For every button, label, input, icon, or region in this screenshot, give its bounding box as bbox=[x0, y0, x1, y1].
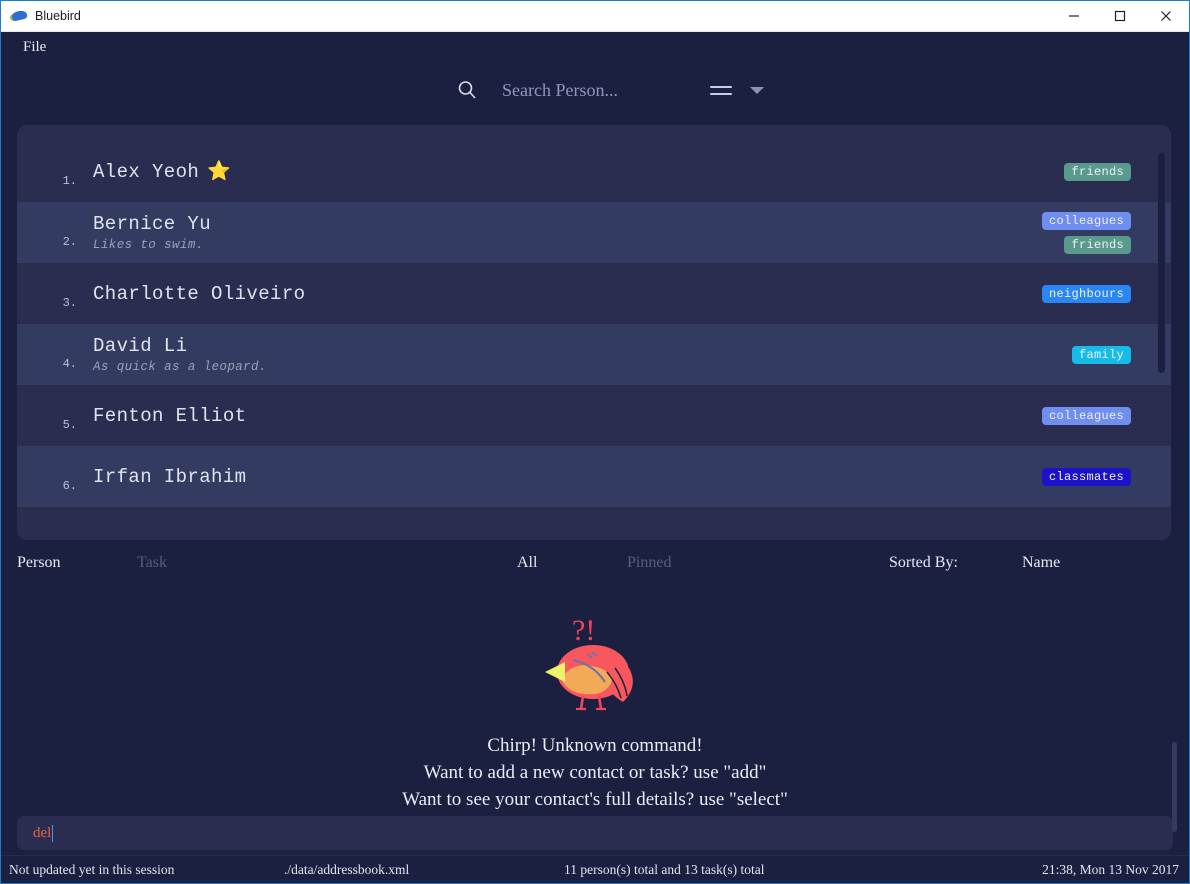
maximize-button[interactable] bbox=[1097, 1, 1143, 31]
totals-status: 11 person(s) total and 13 task(s) total bbox=[564, 861, 765, 877]
row-content: Bernice Yu Likes to swim. bbox=[93, 203, 1042, 262]
sorted-by-value[interactable]: Name bbox=[1022, 554, 1060, 572]
row-index: 1. bbox=[62, 174, 77, 188]
hamburger-icon[interactable] bbox=[710, 82, 732, 98]
close-button[interactable] bbox=[1143, 1, 1189, 31]
row-content: Charlotte Oliveiro bbox=[93, 273, 1042, 315]
row-name-line: Fenton Elliot bbox=[93, 405, 1042, 427]
table-row[interactable]: 2. Bernice Yu Likes to swim. colleagues … bbox=[17, 202, 1171, 263]
filter-tab-bar: Person Task All Pinned Sorted By: Name bbox=[1, 544, 1189, 582]
table-row[interactable]: 3. Charlotte Oliveiro neighbours bbox=[17, 263, 1171, 324]
tab-all[interactable]: All bbox=[517, 554, 627, 572]
row-content: Fenton Elliot bbox=[93, 395, 1042, 437]
table-row[interactable]: 1. Alex Yeoh ⭐ friends bbox=[17, 141, 1171, 202]
result-display-panel: ?! Chirp! Unknown command! Want to add a… bbox=[1, 582, 1189, 832]
row-name-line: Irfan Ibrahim bbox=[93, 466, 1042, 488]
tag-list: colleagues friends bbox=[1041, 211, 1131, 254]
tag-list: family bbox=[1071, 345, 1131, 364]
person-remark: Likes to swim. bbox=[93, 238, 204, 252]
result-message-line-1: Chirp! Unknown command! bbox=[487, 735, 703, 756]
table-row[interactable]: 4. David Li As quick as a leopard. famil… bbox=[17, 324, 1171, 385]
person-name: Alex Yeoh bbox=[93, 160, 200, 183]
person-name: Charlotte Oliveiro bbox=[93, 282, 306, 305]
svg-text:?!: ?! bbox=[572, 614, 595, 647]
minimize-button[interactable] bbox=[1051, 1, 1097, 31]
result-message-line-3: Want to see your contact's full details?… bbox=[402, 789, 788, 810]
status-badge[interactable]: neighbours bbox=[1041, 284, 1131, 303]
tab-pinned[interactable]: Pinned bbox=[627, 554, 889, 572]
confused-bird-mascot-icon: ?! bbox=[545, 614, 633, 711]
result-message-line-2: Want to add a new contact or task? use "… bbox=[423, 762, 767, 783]
person-name: Irfan Ibrahim bbox=[93, 465, 247, 488]
person-name: Fenton Elliot bbox=[93, 404, 247, 427]
person-name: Bernice Yu bbox=[93, 213, 212, 235]
table-row[interactable]: 6. Irfan Ibrahim classmates bbox=[17, 446, 1171, 507]
person-list-panel: 1. Alex Yeoh ⭐ friends 2. Bernice Yu Lik… bbox=[17, 125, 1171, 540]
sorted-by-label: Sorted By: bbox=[889, 554, 958, 571]
status-badge[interactable]: friends bbox=[1064, 235, 1131, 254]
scrollbar-thumb[interactable] bbox=[1158, 153, 1165, 373]
title-bar-left: Bluebird bbox=[1, 8, 1051, 25]
row-index: 3. bbox=[62, 296, 77, 310]
chevron-down-icon[interactable] bbox=[750, 86, 764, 94]
search-icon bbox=[456, 79, 478, 101]
person-remark: As quick as a leopard. bbox=[93, 360, 267, 374]
star-icon: ⭐ bbox=[207, 161, 231, 182]
bluebird-logo-icon bbox=[10, 8, 28, 25]
status-badge[interactable]: friends bbox=[1064, 162, 1131, 181]
table-row[interactable]: 5. Fenton Elliot colleagues bbox=[17, 385, 1171, 446]
tab-person[interactable]: Person bbox=[17, 554, 137, 572]
search-bar bbox=[1, 62, 1189, 118]
status-badge[interactable]: colleagues bbox=[1041, 211, 1131, 230]
tag-list: friends bbox=[1064, 162, 1131, 181]
row-name-line: Charlotte Oliveiro bbox=[93, 283, 1042, 305]
datetime-status: 21:38, Mon 13 Nov 2017 bbox=[1042, 861, 1179, 877]
row-index: 5. bbox=[62, 418, 77, 432]
tag-list: neighbours bbox=[1041, 284, 1131, 303]
status-badge[interactable]: classmates bbox=[1041, 467, 1131, 486]
menu-item-file[interactable]: File bbox=[17, 37, 52, 58]
window-title: Bluebird bbox=[35, 9, 81, 23]
row-content: David Li As quick as a leopard. bbox=[93, 325, 1072, 384]
row-name-line: Alex Yeoh ⭐ bbox=[93, 161, 1064, 183]
status-badge[interactable]: colleagues bbox=[1041, 406, 1131, 425]
title-bar: Bluebird bbox=[1, 1, 1189, 32]
status-badge[interactable]: family bbox=[1071, 345, 1131, 364]
window-controls bbox=[1051, 1, 1189, 31]
tag-list: colleagues bbox=[1041, 406, 1131, 425]
menu-bar: File bbox=[1, 32, 1189, 62]
result-message: Chirp! Unknown command! Want to add a ne… bbox=[402, 732, 788, 813]
tag-list: classmates bbox=[1041, 467, 1131, 486]
command-input-value: del bbox=[33, 824, 52, 841]
row-name-line: David Li bbox=[93, 335, 1072, 357]
row-content: Irfan Ibrahim bbox=[93, 456, 1042, 498]
command-input[interactable]: del bbox=[17, 816, 1173, 850]
app-window: Bluebird File 1. bbox=[0, 0, 1190, 884]
save-location: ./data/addressbook.xml bbox=[284, 861, 410, 877]
row-index: 4. bbox=[62, 357, 77, 371]
person-name: David Li bbox=[93, 335, 188, 357]
text-caret bbox=[52, 824, 54, 842]
result-pane-scrollbar[interactable] bbox=[1172, 742, 1177, 832]
person-list-scrollbar[interactable] bbox=[1158, 153, 1165, 540]
status-bar: Not updated yet in this session ./data/a… bbox=[1, 855, 1189, 883]
row-content: Alex Yeoh ⭐ bbox=[93, 151, 1064, 193]
row-index: 6. bbox=[62, 479, 77, 493]
row-name-line: Bernice Yu bbox=[93, 213, 1042, 235]
row-index: 2. bbox=[62, 235, 77, 249]
person-list: 1. Alex Yeoh ⭐ friends 2. Bernice Yu Lik… bbox=[17, 125, 1171, 540]
sync-status: Not updated yet in this session bbox=[9, 861, 175, 877]
search-input[interactable] bbox=[500, 78, 694, 102]
tab-task[interactable]: Task bbox=[137, 554, 517, 572]
